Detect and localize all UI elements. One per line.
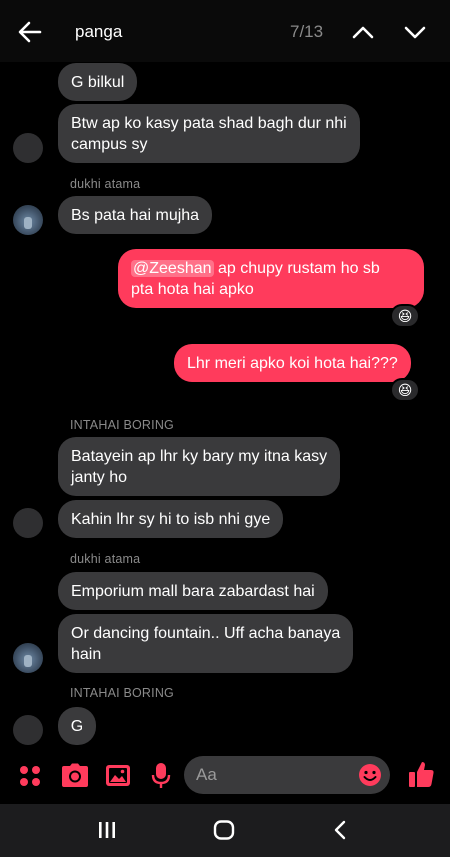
avatar[interactable] [13,205,43,235]
chat-title: panga [75,22,123,41]
message-text: ap chupy rustam ho sb [213,260,380,277]
message-text: Btw ap ko kasy pata shad bagh dur nhi [71,115,347,132]
avatar[interactable] [13,715,43,745]
message-input-field[interactable] [184,756,390,794]
message-text: Batayein ap lhr ky bary my itna kasy [71,448,328,465]
chat-header: panga 7/13 [0,0,450,62]
sender-name: INTAHAI BORING [70,418,174,432]
emoji-icon[interactable] [358,763,382,787]
message-bubble[interactable]: Emporium mall bara zabardast hai [58,572,328,610]
recents-icon[interactable] [97,821,117,839]
avatar[interactable] [13,643,43,673]
message-text: G bilkul [71,74,125,91]
message-bubble[interactable]: G bilkul [58,63,138,101]
message-text: Kahin lhr sy hi to isb nhi gye [71,511,271,528]
avatar[interactable] [13,508,43,538]
camera-icon[interactable] [61,763,89,788]
avatar[interactable] [13,133,43,163]
message-bubble[interactable]: G [58,707,96,745]
message-text: Emporium mall bara zabardast hai [71,583,315,600]
message-text: campus sy [71,136,148,153]
reaction-badge[interactable]: 😆 [390,378,420,402]
search-result-counter: 7/13 [290,22,324,41]
message-bubble[interactable]: Or dancing fountain.. Uff acha banaya ha… [58,614,354,673]
sender-name: dukhi atama [70,552,141,566]
back-arrow-icon[interactable] [16,18,44,46]
menu-dots-icon[interactable] [18,764,42,788]
home-icon[interactable] [213,820,235,840]
message-bubble-sent[interactable]: @Zeeshan ap chupy rustam ho sb pta hota … [118,249,424,308]
laughing-emoji-icon: 😆 [397,381,413,398]
mention-tag[interactable]: @Zeeshan [131,260,214,277]
back-icon[interactable] [333,820,347,840]
laughing-emoji-icon: 😆 [397,307,413,324]
message-bubble[interactable]: Kahin lhr sy hi to isb nhi gye [58,500,284,538]
message-text: Or dancing fountain.. Uff acha banaya [71,625,341,642]
message-bubble[interactable]: Bs pata hai mujha [58,196,213,234]
message-text: Bs pata hai mujha [71,207,200,224]
sender-name: dukhi atama [70,177,141,191]
message-bubble-sent[interactable]: Lhr meri apko koi hota hai??? [174,344,411,382]
sender-name: INTAHAI BORING [70,686,174,700]
message-bubble[interactable]: Btw ap ko kasy pata shad bagh dur nhi ca… [58,104,360,163]
gallery-icon[interactable] [105,764,131,787]
system-nav-bar [0,804,450,857]
message-text: pta hota hai apko [131,281,254,298]
message-text: G [70,718,84,735]
thumbs-up-icon[interactable] [408,760,435,788]
chevron-up-icon[interactable] [350,20,376,44]
message-text: Lhr meri apko koi hota hai??? [187,355,398,372]
message-input[interactable] [196,756,356,794]
chevron-down-icon[interactable] [402,20,428,44]
message-text: janty ho [71,469,128,486]
microphone-icon[interactable] [151,762,171,790]
message-text: hain [71,646,102,663]
reaction-badge[interactable]: 😆 [390,304,420,328]
message-bubble[interactable]: Batayein ap lhr ky bary my itna kasy jan… [58,437,341,496]
